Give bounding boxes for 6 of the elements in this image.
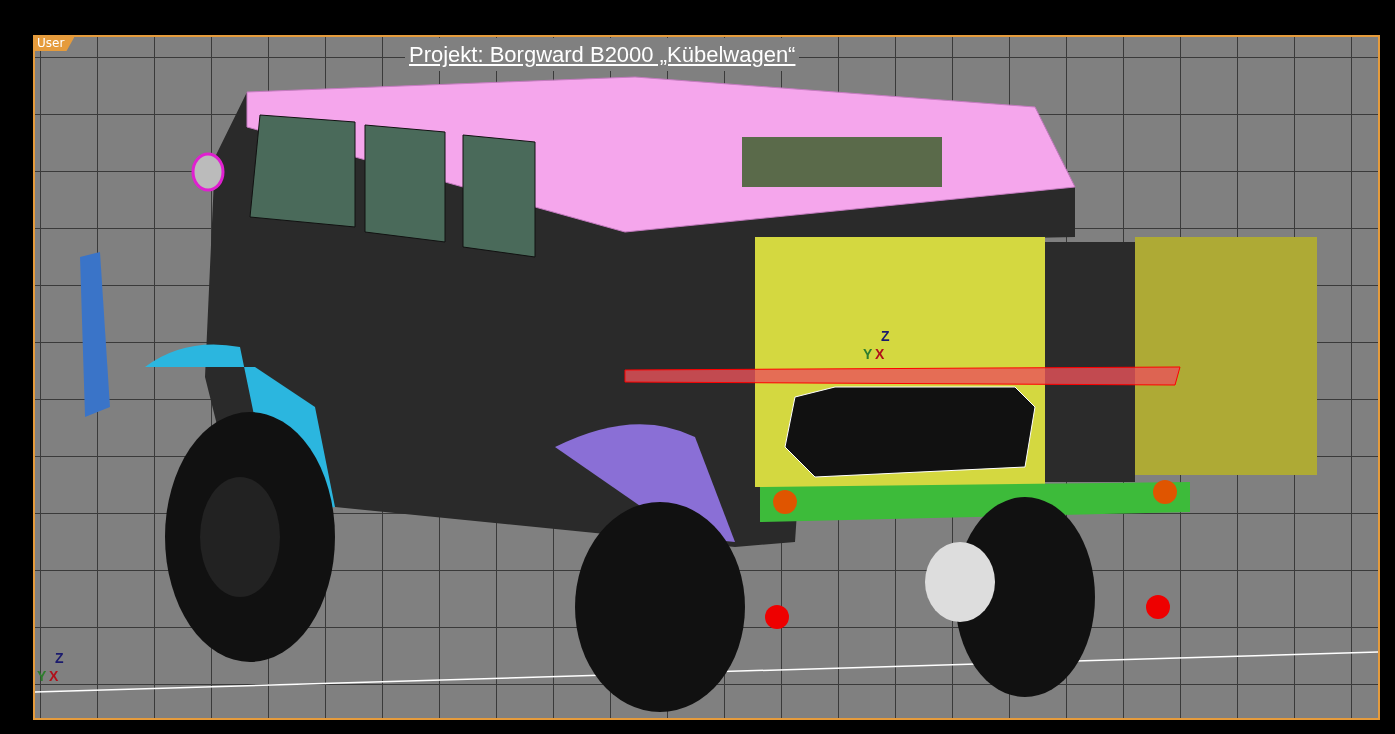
axis-label: X [875, 347, 885, 361]
axis-label: X [49, 669, 59, 683]
axis-label: Z [55, 651, 64, 665]
axis-label: Z [881, 329, 890, 343]
axis-label: Y [863, 347, 873, 361]
project-title: Projekt: Borgward B2000 „Kübelwagen“ [405, 38, 800, 71]
